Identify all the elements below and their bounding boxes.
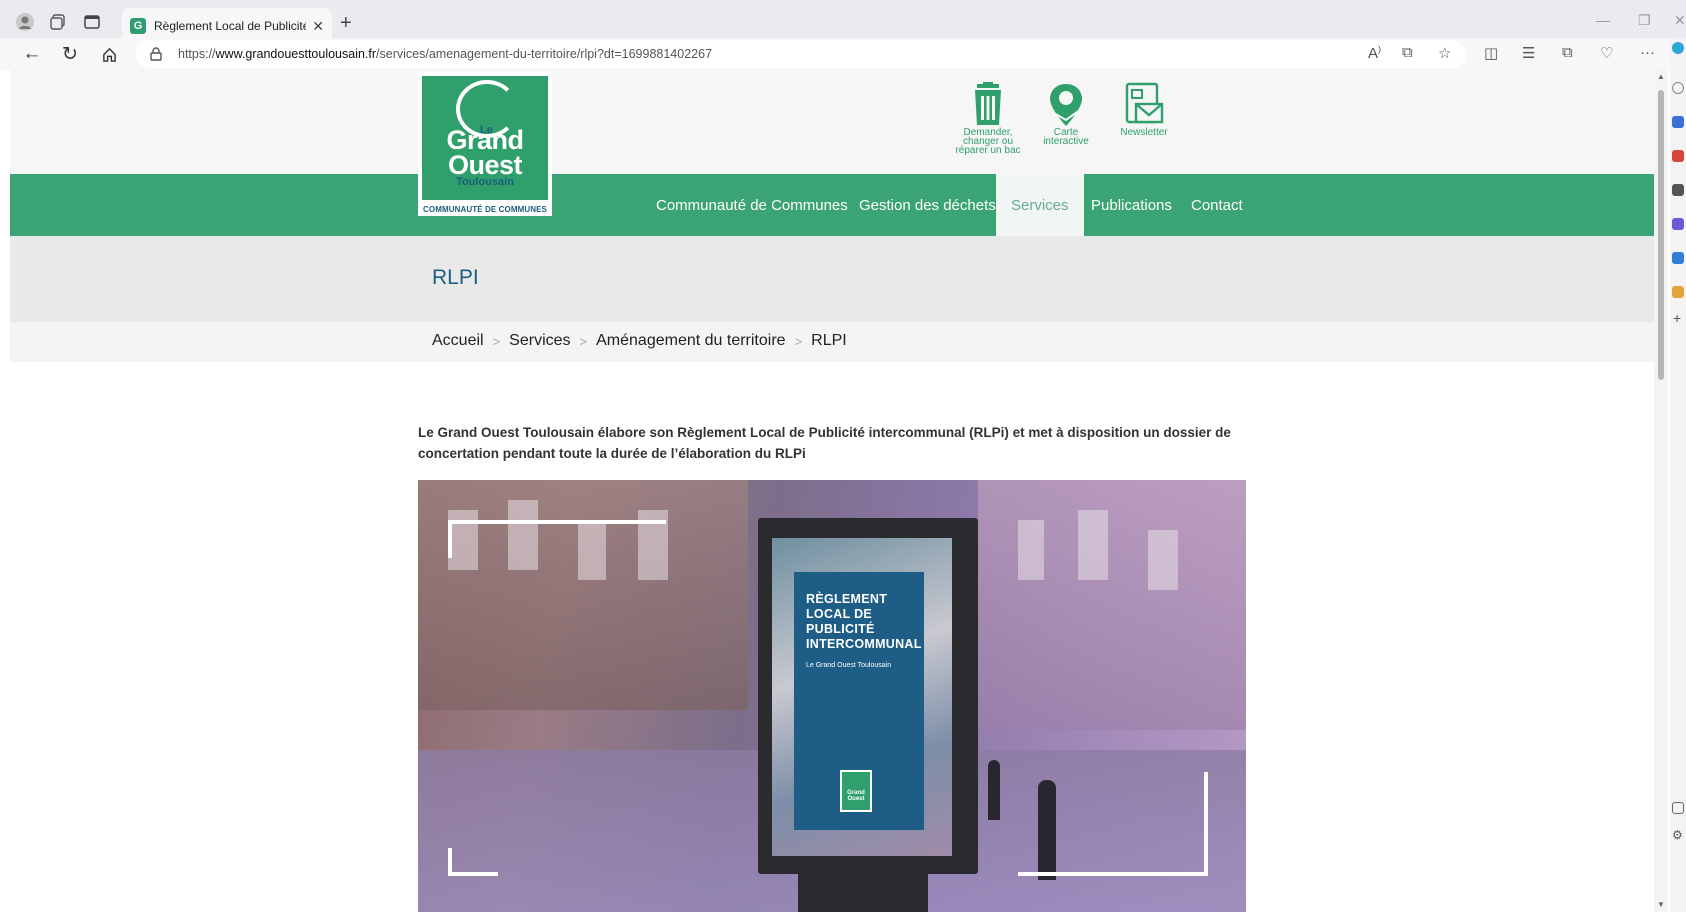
logo-toulousain-text: Toulousain [456, 176, 514, 188]
poster-subtitle: Le Grand Ouest Toulousain [806, 662, 892, 669]
scroll-up-icon[interactable]: ▲ [1657, 72, 1665, 81]
search-icon[interactable] [1672, 82, 1684, 94]
breadcrumb-separator-icon: > [579, 333, 588, 349]
more-menu-icon[interactable]: ··· [1640, 44, 1655, 61]
tab-title: Règlement Local de Publicité inte [154, 19, 307, 33]
site-favicon-icon: G [130, 18, 146, 34]
address-bar[interactable]: https://www.grandouesttoulousain.fr/serv… [136, 40, 1466, 68]
quick-link-newsletter-label: Newsletter [1120, 127, 1168, 138]
frame-corner-bottom-right [1018, 772, 1208, 876]
intro-paragraph: Le Grand Ouest Toulousain élabore son Rè… [418, 425, 1231, 461]
site-logo[interactable]: Le Grand Ouest Toulousain COMMUNAUTÉ DE C… [418, 72, 552, 216]
tab-actions-icon[interactable] [81, 11, 103, 33]
scroll-down-icon[interactable]: ▼ [1657, 900, 1665, 909]
home-icon[interactable] [97, 42, 121, 66]
advertising-panel: RÈGLEMENT LOCAL DE PUBLICITÉ INTERCOMMUN… [758, 518, 978, 874]
scrollbar-thumb[interactable] [1658, 90, 1664, 380]
newsletter-icon [1124, 82, 1164, 126]
workspaces-icon[interactable] [47, 11, 69, 33]
favorite-star-icon[interactable]: ☆ [1438, 44, 1451, 62]
rlpi-poster: RÈGLEMENT LOCAL DE PUBLICITÉ INTERCOMMUN… [794, 572, 924, 830]
breadcrumb-amenagement[interactable]: Aménagement du territoire [596, 332, 785, 350]
copilot-icon[interactable] [1672, 42, 1684, 54]
quick-link-map-label: Carte interactive [1043, 127, 1089, 147]
refresh-icon[interactable]: ↻ [58, 42, 82, 66]
breadcrumb-current: RLPI [811, 332, 847, 349]
sidebar-settings-icon[interactable]: ⚙ [1672, 828, 1683, 842]
add-sidebar-app-icon[interactable]: + [1673, 310, 1681, 326]
frame-corner-bottom-left [448, 848, 498, 876]
quick-link-newsletter[interactable]: Newsletter [1104, 82, 1184, 138]
lock-icon[interactable] [150, 47, 164, 61]
bollard [988, 760, 1000, 820]
logo-wordmark: Grand Ouest [446, 125, 524, 180]
outlook-icon[interactable] [1672, 252, 1684, 264]
collections-icon[interactable]: ⧉ [1562, 44, 1573, 61]
shopping-icon[interactable] [1672, 150, 1684, 162]
map-pin-icon [1046, 82, 1086, 126]
sidebar-layout-icon[interactable] [1672, 802, 1684, 814]
quick-link-map[interactable]: Carte interactive [1026, 82, 1106, 147]
immersive-reader-icon[interactable]: ⧉ [1402, 44, 1413, 61]
trash-bin-icon [968, 82, 1008, 126]
split-screen-icon[interactable]: ◫ [1484, 44, 1498, 62]
menu-communaute[interactable]: Communauté de Communes [641, 174, 863, 236]
logo-emblem: Le Grand Ouest Toulousain [422, 76, 548, 200]
blurred-buildings-right [978, 480, 1246, 730]
breadcrumb-separator-icon: > [492, 333, 501, 349]
edge-sidebar: + ⚙ [1670, 38, 1686, 912]
menu-services[interactable]: Services [996, 174, 1084, 236]
favorites-icon[interactable]: ☰ [1522, 44, 1535, 62]
menu-dechets[interactable]: Gestion des déchets [844, 174, 1011, 236]
breadcrumb-separator-icon: > [794, 333, 803, 349]
browser-essentials-icon[interactable]: ♡ [1600, 44, 1613, 62]
quick-link-bin-label: Demander, changer ou réparer un bac [955, 127, 1021, 156]
poster-title: RÈGLEMENT LOCAL DE PUBLICITÉ INTERCOMMUN… [806, 592, 922, 651]
drop-icon[interactable] [1672, 286, 1684, 298]
menu-contact[interactable]: Contact [1176, 174, 1258, 236]
logo-community-text: COMMUNAUTÉ DE COMMUNES [423, 205, 547, 214]
page-title: RLPI [432, 266, 479, 289]
menu-publications[interactable]: Publications [1076, 174, 1187, 236]
read-aloud-icon[interactable]: A) [1368, 44, 1381, 62]
quick-link-bin[interactable]: Demander, changer ou réparer un bac [948, 82, 1028, 156]
restore-icon[interactable]: ❐ [1638, 12, 1651, 29]
games-icon[interactable] [1672, 218, 1684, 230]
panel-stand [798, 874, 928, 912]
url-text[interactable]: https://www.grandouesttoulousain.fr/serv… [178, 47, 712, 61]
breadcrumb: Accueil > Services > Aménagement du terr… [432, 332, 847, 350]
new-tab-icon[interactable]: + [340, 12, 352, 35]
page-title-bar [10, 236, 1654, 322]
minimize-icon[interactable]: — [1596, 12, 1610, 28]
frame-corner-top-left [448, 520, 666, 558]
back-icon[interactable]: ← [20, 42, 44, 66]
browser-toolbar: ← ↻ https://www.grandouesttoulousain.fr/… [0, 38, 1686, 70]
hero-image: RÈGLEMENT LOCAL DE PUBLICITÉ INTERCOMMUN… [418, 480, 1246, 912]
discover-icon[interactable] [1672, 116, 1684, 128]
close-tab-icon[interactable]: ✕ [312, 18, 324, 35]
breadcrumb-services[interactable]: Services [509, 332, 570, 350]
close-window-icon[interactable]: ✕ [1674, 12, 1686, 29]
profile-icon[interactable] [14, 11, 36, 33]
page-scrollbar[interactable]: ▲ ▼ [1654, 70, 1668, 912]
poster-logo: Grand Ouest [840, 770, 872, 812]
tools-icon[interactable] [1672, 184, 1684, 196]
web-page: Le Grand Ouest Toulousain COMMUNAUTÉ DE C… [10, 70, 1654, 912]
breadcrumb-home[interactable]: Accueil [432, 332, 484, 350]
site-header [10, 70, 1654, 174]
